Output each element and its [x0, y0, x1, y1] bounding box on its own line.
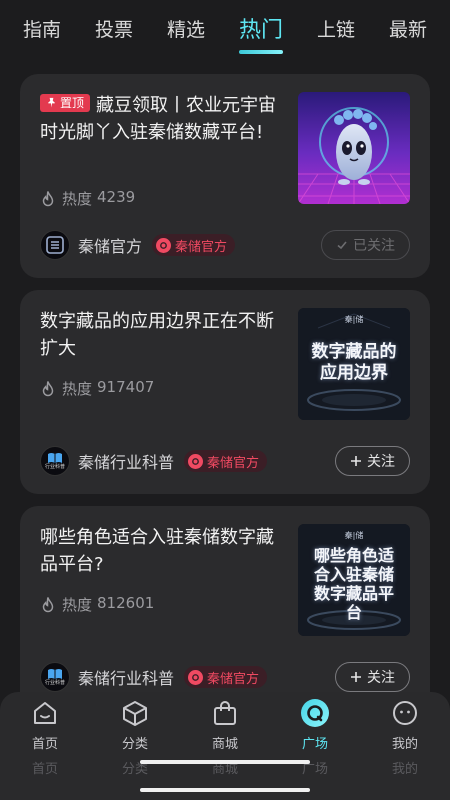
- tab-hot[interactable]: 热门: [237, 8, 285, 54]
- mascot-footprint-image: [298, 92, 410, 204]
- heat-stat: 热度 812601: [40, 594, 154, 615]
- plus-icon: [351, 456, 361, 466]
- author-name[interactable]: 秦储官方: [78, 233, 142, 257]
- author-row: 行业科普 秦储行业科普 秦储官方 关注: [40, 662, 410, 692]
- post-title: 数字藏品的应用边界正在不断扩大: [40, 311, 274, 359]
- author-name[interactable]: 秦储行业科普: [78, 449, 174, 473]
- nav-category[interactable]: 分类: [100, 698, 170, 752]
- heat-stat: 热度 4239: [40, 188, 135, 209]
- post-title: 置顶 藏豆领取丨农业元宇宙时光脚丫入驻秦储数藏平台!: [40, 93, 277, 143]
- post-feed: 置顶 藏豆领取丨农业元宇宙时光脚丫入驻秦储数藏平台! 热度 4239 秦储官方 …: [20, 74, 430, 722]
- heat-stat: 热度 917407: [40, 378, 154, 399]
- thumbnail-brand: 秦|储: [344, 531, 364, 540]
- official-badge: 秦储官方: [152, 234, 236, 256]
- pin-icon: [48, 97, 55, 108]
- author-row: 秦储官方 秦储官方 已关注: [40, 230, 410, 260]
- active-tab-underline: [238, 50, 283, 54]
- official-seal-icon: [188, 453, 204, 469]
- author-row: 行业科普 秦储行业科普 秦储官方 关注: [40, 446, 410, 476]
- post-title: 哪些角色适合入驻秦储数字藏品平台?: [40, 527, 274, 575]
- tab-guide[interactable]: 指南: [21, 11, 63, 52]
- post-card[interactable]: 数字藏品的应用边界正在不断扩大 热度 917407 秦|储 数字藏品的应用边界 行…: [20, 290, 430, 494]
- follow-button[interactable]: 关注: [335, 662, 410, 692]
- post-card[interactable]: 置顶 藏豆领取丨农业元宇宙时光脚丫入驻秦储数藏平台! 热度 4239 秦储官方 …: [20, 74, 430, 278]
- shopping-bag-icon: [210, 698, 240, 728]
- plaza-icon: [300, 698, 330, 728]
- post-card[interactable]: 哪些角色适合入驻秦储数字藏品平台? 热度 812601 秦|储 哪些角色适合入驻秦…: [20, 506, 430, 710]
- tab-featured[interactable]: 精选: [165, 11, 207, 52]
- official-badge: 秦储官方: [184, 666, 268, 688]
- post-thumbnail[interactable]: 秦|储 数字藏品的应用边界: [298, 308, 410, 420]
- book-icon: [48, 453, 62, 463]
- check-icon: [337, 241, 347, 250]
- brand-logo-icon: [46, 236, 64, 254]
- top-tab-bar: 指南 投票 精选 热门 上链 最新: [0, 0, 450, 62]
- avatar[interactable]: 行业科普: [40, 662, 70, 692]
- avatar[interactable]: [40, 230, 70, 260]
- tab-latest[interactable]: 最新: [387, 11, 429, 52]
- official-seal-icon: [188, 669, 204, 685]
- official-badge: 秦储官方: [184, 450, 268, 472]
- thumbnail-caption: 数字藏品的应用边界: [311, 342, 397, 383]
- flame-icon: [42, 596, 54, 612]
- nav-plaza[interactable]: 广场: [280, 698, 350, 752]
- flame-icon: [42, 190, 54, 206]
- flame-icon: [42, 380, 54, 396]
- post-thumbnail[interactable]: 秦|储 哪些角色适合入驻秦储数字藏品平台: [298, 524, 410, 636]
- author-name[interactable]: 秦储行业科普: [78, 665, 174, 689]
- home-indicator[interactable]: [140, 788, 310, 792]
- home-indicator[interactable]: [140, 760, 310, 764]
- official-seal-icon: [156, 237, 172, 253]
- cube-icon: [120, 698, 150, 728]
- nav-mall[interactable]: 商城: [190, 698, 260, 752]
- tab-on-chain[interactable]: 上链: [315, 11, 357, 52]
- nav-profile[interactable]: 我的: [370, 698, 440, 752]
- post-thumbnail[interactable]: [298, 92, 410, 204]
- followed-button[interactable]: 已关注: [321, 230, 410, 260]
- thumbnail-caption: 哪些角色适合入驻秦储数字藏品平台: [313, 546, 394, 622]
- tab-vote[interactable]: 投票: [93, 11, 135, 52]
- book-icon: [48, 669, 62, 679]
- thumbnail-brand: 秦|储: [344, 315, 364, 324]
- nav-home[interactable]: 首页: [10, 698, 80, 752]
- pinned-badge: 置顶: [40, 93, 91, 112]
- avatar[interactable]: 行业科普: [40, 446, 70, 476]
- profile-face-icon: [390, 698, 420, 728]
- home-icon: [30, 698, 60, 728]
- follow-button[interactable]: 关注: [335, 446, 410, 476]
- bottom-nav-bar: 首页 分类 商城 广场 我的 首页 分类 商城 广场 我的: [0, 692, 450, 800]
- plus-icon: [351, 672, 361, 682]
